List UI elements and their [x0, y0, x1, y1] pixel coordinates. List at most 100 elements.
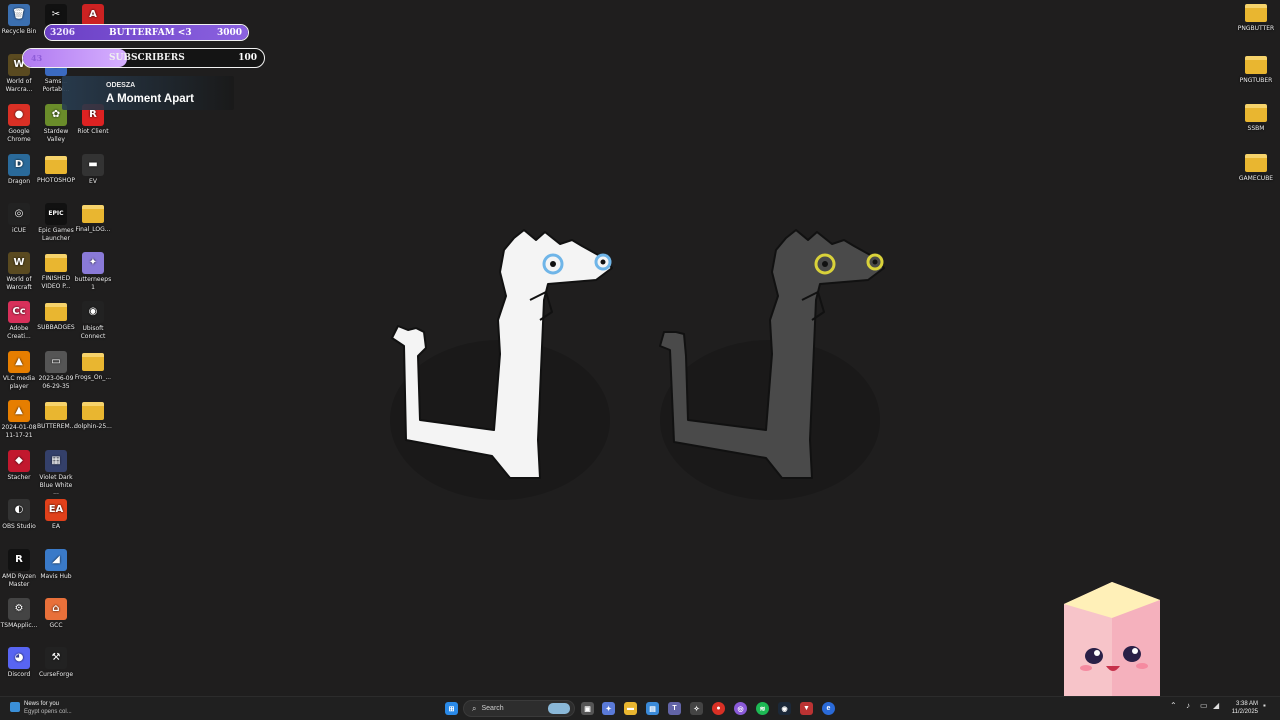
desktop-icon-label: SUBBADGES — [37, 324, 75, 331]
mascot-butter-character — [1064, 582, 1160, 696]
chrome-taskbar-icon[interactable]: ● — [712, 702, 725, 715]
clip-2024-icon: ▲ — [8, 400, 30, 422]
desktop-icon-gcc[interactable]: ⌂ GCC — [37, 598, 75, 630]
desktop-icon-label: dolphin-25... — [74, 423, 112, 430]
desktop-icon-ssbm[interactable]: SSBM — [1234, 104, 1278, 132]
search-box[interactable]: ⌕ Search — [463, 700, 575, 717]
app-red-icon: A — [82, 4, 104, 26]
start-icon[interactable]: ⊞ — [445, 702, 458, 715]
notification-bell-icon[interactable]: ▪ — [1263, 701, 1266, 710]
desktop-icon-dragon[interactable]: D Dragon — [0, 154, 38, 186]
desktop-icon-epic[interactable]: EPIC Epic Games Launcher — [37, 203, 75, 242]
desktop-icon-wow2[interactable]: W World of Warcraft — [0, 252, 38, 291]
butterneeps-icon: ✦ — [82, 252, 104, 274]
search-highlight-icon — [548, 703, 570, 714]
desktop-icon-finished-video[interactable]: FINISHED VIDEO P... — [37, 252, 75, 290]
desktop-icon-tsm[interactable]: ⚙ TSMApplic... — [0, 598, 38, 630]
desktop-icon-adobe-cc[interactable]: Cc Adobe Creati... — [0, 301, 38, 340]
store-icon[interactable]: ▤ — [646, 702, 659, 715]
search-placeholder: Search — [481, 705, 504, 712]
now-playing-artist: ODESZA — [106, 82, 136, 89]
desktop-icon-clip-2024[interactable]: ▲ 2024-01-08 11-17-21 — [0, 400, 38, 439]
desktop-icon-vlc[interactable]: ▲ VLC media player — [0, 351, 38, 390]
desktop-icon-subbadges[interactable]: SUBBADGES — [37, 301, 75, 332]
tray-chevron-icon[interactable]: ⌃ — [1170, 701, 1177, 710]
edge-dev-icon[interactable]: e — [822, 702, 835, 715]
desktop-icon-mavis[interactable]: ◢ Mavis Hub — [37, 549, 75, 581]
desktop-icon-violet[interactable]: ▦ Violet Dark Blue White ... — [37, 450, 75, 497]
desktop-icon-icue[interactable]: ◎ iCUE — [0, 203, 38, 235]
ea-icon: EA — [45, 499, 67, 521]
desktop-icon-photoshop[interactable]: PHOTOSHOP — [37, 154, 75, 185]
network-icon[interactable]: ▭ — [1200, 701, 1208, 710]
desktop-icon-ubisoft[interactable]: ◉ Ubisoft Connect — [74, 301, 112, 340]
desktop-icon-obs[interactable]: ◐ OBS Studio — [0, 499, 38, 531]
news-icon — [10, 702, 20, 712]
follower-goal-name: BUTTERFAM <3 — [109, 27, 192, 38]
desktop-icon-dolphin[interactable]: dolphin-25... — [74, 400, 112, 431]
desktop-icon-label: GAMECUBE — [1238, 175, 1274, 182]
tsm-icon: ⚙ — [8, 598, 30, 620]
now-playing-title: A Moment Apart — [106, 93, 194, 105]
desktop-icon-stacher[interactable]: ◆ Stacher — [0, 450, 38, 482]
subscriber-goal-bar: 43 SUBSCRIBERS 100 — [22, 48, 265, 68]
copilot-icon[interactable]: ✦ — [602, 702, 615, 715]
recycle-bin-icon: 🗑 — [8, 4, 30, 26]
desktop-icon-curseforge[interactable]: ⚒ CurseForge — [37, 647, 75, 679]
desktop-icon-gamecube[interactable]: GAMECUBE — [1234, 154, 1278, 182]
desktop-icon-label: PHOTOSHOP — [37, 177, 75, 184]
desktop-icon-label: BUTTEREM... — [37, 423, 76, 430]
mic-icon[interactable]: ♪ — [1186, 701, 1190, 710]
stacher-icon: ◆ — [8, 450, 30, 472]
desktop-icon-label: EA — [52, 523, 60, 530]
desktop-icon-discord[interactable]: ◕ Discord — [0, 647, 38, 679]
follower-goal-current: 3206 — [50, 27, 76, 38]
messenger-icon[interactable]: ◎ — [734, 702, 747, 715]
desktop-icon-label: PNGBUTTER — [1237, 25, 1275, 32]
clock-time: 3:38 AM — [1235, 701, 1258, 707]
desktop-icon-label: Adobe Creati... — [7, 325, 31, 340]
chrome-icon: ● — [8, 104, 30, 126]
desktop-icon-label: Riot Client — [77, 128, 109, 135]
desktop-icon-butterneeps[interactable]: ✦ butterneeps 1 — [74, 252, 112, 291]
obs-icon: ◐ — [8, 499, 30, 521]
desktop-icon-frogs[interactable]: Frogs_On_... — [74, 351, 112, 382]
desktop-icon-label: CurseForge — [38, 671, 74, 678]
spotify-icon[interactable]: ≋ — [756, 702, 769, 715]
desktop-icon-label: Epic Games Launcher — [38, 227, 74, 242]
desktop-icon-clip-2023[interactable]: ▭ 2023-06-09 06-29-35 — [37, 351, 75, 390]
subscriber-goal-current: 43 — [31, 53, 43, 63]
icue-icon: ◎ — [8, 203, 30, 225]
clock-date: 11/2/2025 — [1231, 709, 1258, 715]
desktop-icon-ryzen[interactable]: R AMD Ryzen Master — [0, 549, 38, 588]
now-playing-widget: ODESZA A Moment Apart — [62, 76, 234, 110]
desktop-icon-final-log[interactable]: Final_LOG... — [74, 203, 112, 234]
ev-icon: ▬ — [82, 154, 104, 176]
wifi-icon[interactable]: ◢ — [1213, 701, 1219, 710]
file-explorer-icon[interactable]: ▬ — [624, 702, 637, 715]
ubisoft-icon: ◉ — [82, 301, 104, 323]
desktop-icon-pngbutter[interactable]: PNGBUTTER — [1234, 4, 1278, 32]
news-widget[interactable]: News for you Egypt opens col... — [8, 700, 72, 716]
teams-icon[interactable]: T — [668, 702, 681, 715]
curseforge-icon: ⚒ — [45, 647, 67, 669]
desktop-icon-label: Dragon — [7, 178, 31, 185]
folder-icon — [1245, 56, 1267, 74]
discord-icon: ◕ — [8, 647, 30, 669]
desktop-icon-butterem[interactable]: BUTTEREM... — [37, 400, 75, 431]
valorant-icon[interactable]: ✧ — [690, 702, 703, 715]
task-view-icon[interactable]: ▣ — [581, 702, 594, 715]
streamlabs-icon[interactable]: ▼ — [800, 702, 813, 715]
desktop-icon-pngtuber[interactable]: PNGTUBER — [1234, 56, 1278, 84]
desktop-icon-label: Ubisoft Connect — [80, 325, 106, 340]
system-clock[interactable]: 3:38 AM 11/2/2025 — [1232, 700, 1258, 716]
desktop-icon-ea[interactable]: EA EA — [37, 499, 75, 531]
desktop-icon-label: Mavis Hub — [40, 573, 72, 580]
desktop-icon-chrome[interactable]: ● Google Chrome — [0, 104, 38, 143]
desktop-icon-ev[interactable]: ▬ EV — [74, 154, 112, 186]
desktop-icon-label: PNGTUBER — [1239, 77, 1273, 84]
desktop-icon-recycle-bin[interactable]: 🗑 Recycle Bin — [0, 4, 38, 36]
desktop-icon-label: Discord — [7, 671, 31, 678]
photoshop-icon — [45, 156, 67, 174]
steam-icon[interactable]: ◉ — [778, 702, 791, 715]
